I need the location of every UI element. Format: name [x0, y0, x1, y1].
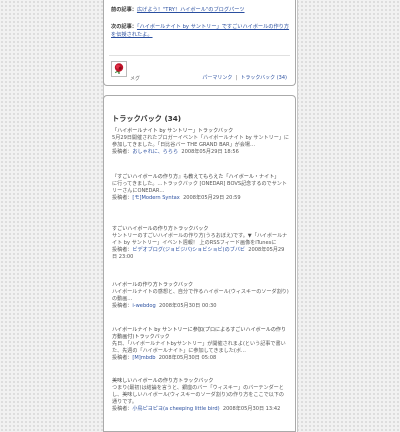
posted-by-label: 投稿者：	[112, 194, 133, 201]
trackback-item-date: 2008年05月30日 13:42	[222, 405, 281, 412]
entry-footer-box: 前の記事：広げよう！"TRY！ハイボール"のブログパーツ 次の記事：「ハイボール…	[103, 0, 296, 86]
trackback-item-title[interactable]: 『すごいハイボールの作り方』も教えてもらえた「ハイボール・ナイト」	[112, 174, 289, 181]
trackback-item-title[interactable]: ハイボールナイト by サントリーに参加(プロによるすごいハイボールの作り方動画…	[112, 327, 289, 341]
posted-by-label: 投稿者：	[112, 302, 133, 309]
posted-by-label: 投稿者：	[112, 246, 133, 253]
trackback-item-title[interactable]: 美味しいハイボールの作り方トラックバック	[112, 378, 289, 385]
next-entry-link[interactable]: 「ハイボールナイト by サントリー」ですごいハイボールの作り方を伝授されたよ。	[111, 24, 289, 38]
trackback-item-meta: 投稿者：小鳥ピヨピヨ(a cheeping little bird) 2008年…	[112, 406, 289, 413]
posted-by-label: 投稿者：	[112, 405, 133, 412]
trackback-item-meta: 投稿者：ビデオブログ(ジョビジバ)ショビショビ(のブバビ 2008年05月29日…	[112, 247, 289, 261]
trackback-item-meta: 投稿者：[M]mbdb 2008年05月30日 05:08	[112, 355, 289, 362]
trackback-item-author[interactable]: i-webdog	[132, 303, 155, 309]
trackback-count-link[interactable]: トラックバック (34)	[240, 75, 287, 81]
prev-entry-line: 前の記事：広げよう！"TRY！ハイボール"のブログパーツ	[111, 7, 291, 15]
next-entry-line: 次の記事：「ハイボールナイト by サントリー」ですごいハイボールの作り方を伝授…	[111, 24, 291, 39]
next-entry-label: 次の記事：	[111, 24, 137, 30]
trackback-item-author[interactable]: [M]mbdb	[132, 355, 155, 361]
trackback-item-excerpt: サントリーのすごいハイボールの作り方(うろおぼえ)です。▼「ハイボールナイト b…	[112, 232, 288, 246]
trackback-item: 「ハイボールナイト by サントリー」トラックバック 5月29日開催されたブロガ…	[112, 128, 289, 156]
trackback-item-author[interactable]: おしゃれに、ららら	[132, 149, 178, 155]
trackback-item: ハイボールナイト by サントリーに参加(プロによるすごいハイボールの作り方動画…	[112, 327, 289, 362]
trackback-item-author[interactable]: ビデオブログ(ジョビジバ)ショビショビ(のブバビ	[132, 247, 245, 253]
author-name: メグ	[130, 76, 141, 82]
trackback-item-date: 2008年05月29日 18:56	[181, 148, 239, 155]
trackback-item-excerpt: つまり(最初)は結論を言うと、銀座のバー「ウィスキー」のバーテンダーとし、美味し…	[112, 384, 284, 405]
prev-entry-label: 前の記事：	[111, 7, 137, 13]
trackback-item-author[interactable]: 小鳥ピヨピヨ(a cheeping little bird)	[132, 406, 219, 412]
permalink-line: パーマリンク | トラックバック (34)	[202, 75, 287, 81]
trackback-item-excerpt: 5月29日開催されたブロガーイベント「ハイボールナイト by サントリー」に参加…	[112, 134, 290, 148]
trackback-item-meta: 投稿者：i-webdog 2008年05月30日 00:30	[112, 303, 289, 310]
trackback-item-date: 2008年05月30日 00:30	[159, 302, 217, 309]
trackback-item: ハイボールの作り方トラックバック ハイボールナイトの感想と、自分で作るハイボール…	[112, 282, 289, 310]
posted-by-label: 投稿者：	[112, 354, 133, 361]
prev-entry-link[interactable]: 広げよう！"TRY！ハイボール"のブログパーツ	[137, 7, 245, 13]
trackback-item-excerpt: ハイボールナイトの感想と、自分で作るハイボール(ウィスキーのソーダ割り)の動画…	[112, 288, 289, 302]
trackback-item-date: 2008年05月29日 20:59	[183, 194, 241, 201]
trackback-item: すごいハイボールの作り方トラックバック サントリーのすごいハイボールの作り方(う…	[112, 226, 289, 261]
trackback-item: 美味しいハイボールの作り方トラックバック つまり(最初)は結論を言うと、銀座のバ…	[112, 378, 289, 413]
trackback-item-meta: 投稿者：おしゃれに、ららら 2008年05月29日 18:56	[112, 149, 289, 156]
posted-by-label: 投稿者：	[112, 148, 133, 155]
trackback-item-author[interactable]: [モ]Modern Syntax	[132, 195, 179, 201]
divider	[109, 55, 290, 56]
rose-icon	[114, 63, 124, 74]
trackback-item-excerpt: に行ってきました。…トラックバック [ONEDAR] BOVS記念するのでサント…	[112, 180, 287, 194]
trackback-item-title[interactable]: ハイボールの作り方トラックバック	[112, 282, 289, 289]
trackback-item-title[interactable]: すごいハイボールの作り方トラックバック	[112, 226, 289, 233]
trackback-section: トラックバック (34) 「ハイボールナイト by サントリー」トラックバック …	[103, 95, 296, 432]
trackback-item-meta: 投稿者：[モ]Modern Syntax 2008年05月29日 20:59	[112, 195, 289, 202]
trackback-item-excerpt: 先日、「ハイボールナイトbyサントリー」が開催されまよ(という記事で書いた、先週…	[112, 340, 286, 354]
author-avatar[interactable]	[111, 61, 127, 77]
trackback-title: トラックバック (34)	[112, 114, 182, 123]
permalink-link[interactable]: パーマリンク	[202, 75, 232, 81]
trackback-item: 『すごいハイボールの作り方』も教えてもらえた「ハイボール・ナイト」 に行ってきま…	[112, 174, 289, 202]
trackback-item-date: 2008年05月30日 05:08	[158, 354, 217, 361]
trackback-item-title[interactable]: 「ハイボールナイト by サントリー」トラックバック	[112, 128, 289, 135]
